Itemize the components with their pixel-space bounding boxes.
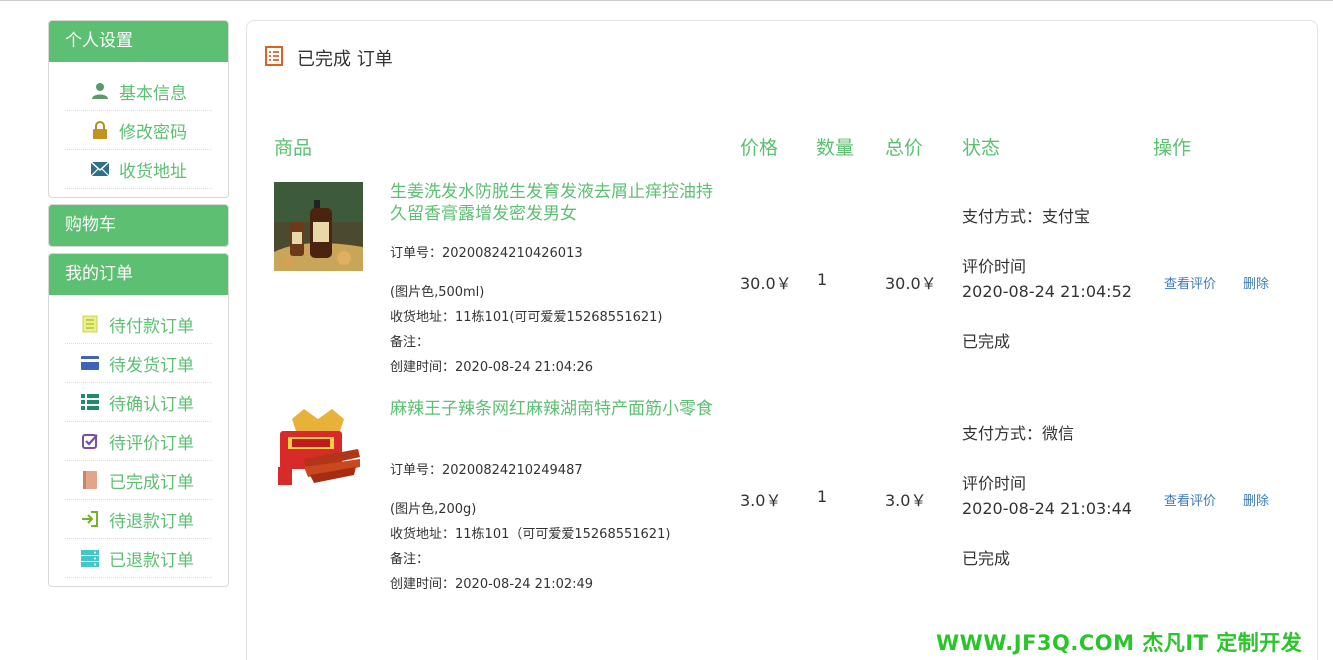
my-orders-menu: 待付款订单 待发货订单 待确认订单 待评价订单 已完成订单 待退款订单 已退款订…	[49, 295, 228, 586]
orders-main-panel: 已完成 订单 商品 价格 数量 总价 状态 操作 生姜洗发水防脱生发育发液去屑止…	[246, 20, 1318, 660]
delete-link[interactable]: 删除	[1243, 273, 1269, 292]
cart-header[interactable]: 购物车	[49, 205, 228, 246]
my-orders-header[interactable]: 我的订单	[49, 254, 228, 295]
top-divider	[0, 0, 1333, 1]
sidebar-item-pending-refund[interactable]: 待退款订单	[65, 500, 212, 539]
sidebar-item-label: 待退款订单	[109, 511, 194, 532]
book-icon	[79, 471, 101, 489]
order-state: 已完成	[962, 549, 1011, 568]
cart-panel: 购物车	[48, 204, 229, 247]
price-value: 3.0￥	[740, 491, 782, 510]
delete-link[interactable]: 删除	[1243, 490, 1269, 509]
sidebar-item-label: 待付款订单	[109, 316, 194, 337]
sidebar-item-completed[interactable]: 已完成订单	[65, 461, 212, 500]
order-number: 订单号：20200824210249487	[390, 463, 583, 478]
page-title-text: 已完成 订单	[297, 49, 393, 70]
product-spec: (图片色,200g)	[390, 502, 477, 517]
order-number: 订单号：20200824210426013	[390, 246, 583, 261]
col-header-action: 操作	[1153, 137, 1192, 159]
review-time-label: 评价时间	[962, 474, 1027, 493]
lock-icon	[89, 121, 111, 139]
sidebar-item-label: 待评价订单	[109, 433, 194, 454]
personal-settings-header[interactable]: 个人设置	[49, 21, 228, 62]
col-header-qty: 数量	[816, 137, 855, 159]
sidebar: 个人设置 基本信息 修改密码 收货地址 购物车 我的订单 待付款订单 待发货订单…	[48, 20, 229, 593]
sidebar-item-pending-review[interactable]: 待评价订单	[65, 422, 212, 461]
shipping-address: 收货地址：11栋101(可可爱爱15268551621)	[390, 310, 663, 325]
total-value: 30.0￥	[885, 274, 937, 293]
sidebar-item-label: 收货地址	[119, 161, 187, 182]
total-value: 3.0￥	[885, 491, 927, 510]
order-note: 备注：	[390, 552, 430, 567]
product-spec: (图片色,500ml)	[390, 285, 485, 300]
col-header-total: 总价	[885, 137, 924, 159]
envelope-icon	[89, 160, 111, 178]
order-state: 已完成	[962, 332, 1011, 351]
product-name-link[interactable]: 麻辣王子辣条网红麻辣湖南特产面筋小零食	[390, 398, 720, 420]
bullet-list-icon	[79, 393, 101, 411]
personal-settings-panel: 个人设置 基本信息 修改密码 收货地址	[48, 20, 229, 198]
created-time: 创建时间：2020-08-24 21:02:49	[390, 577, 594, 592]
product-image-shampoo[interactable]	[274, 182, 363, 271]
sidebar-item-pending-payment[interactable]: 待付款订单	[65, 305, 212, 344]
sidebar-item-label: 已完成订单	[109, 472, 194, 493]
sidebar-item-basic-info[interactable]: 基本信息	[65, 72, 212, 111]
user-icon	[89, 82, 111, 100]
sidebar-item-refunded[interactable]: 已退款订单	[65, 539, 212, 578]
qty-value: 1	[817, 487, 828, 506]
review-time-label: 评价时间	[962, 257, 1027, 276]
sidebar-item-change-password[interactable]: 修改密码	[65, 111, 212, 150]
sidebar-item-pending-confirm[interactable]: 待确认订单	[65, 383, 212, 422]
product-name-link[interactable]: 生姜洗发水防脱生发育发液去屑止痒控油持久留香膏露增发密发男女	[390, 181, 720, 225]
sidebar-item-label: 修改密码	[119, 122, 187, 143]
review-time-value: 2020-08-24 21:03:44	[962, 499, 1132, 518]
created-time: 创建时间：2020-08-24 21:04:26	[390, 360, 594, 375]
server-icon	[79, 549, 101, 567]
sidebar-item-label: 已退款订单	[109, 550, 194, 571]
col-header-price: 价格	[740, 137, 779, 159]
watermark-banner: WWW.JF3Q.COM 杰凡IT 定制开发	[936, 631, 1303, 655]
sidebar-item-label: 待发货订单	[109, 355, 194, 376]
sidebar-item-shipping-address[interactable]: 收货地址	[65, 150, 212, 189]
qty-value: 1	[817, 270, 828, 289]
sidebar-item-label: 待确认订单	[109, 394, 194, 415]
view-review-link[interactable]: 查看评价	[1164, 490, 1216, 509]
col-header-status: 状态	[962, 137, 1001, 159]
list-alt-icon	[265, 46, 283, 70]
sidebar-item-label: 基本信息	[119, 83, 187, 104]
col-header-product: 商品	[274, 137, 313, 159]
list-icon	[79, 315, 101, 333]
payment-method: 支付方式：微信	[962, 424, 1075, 443]
view-review-link[interactable]: 查看评价	[1164, 273, 1216, 292]
check-square-icon	[79, 432, 101, 450]
my-orders-panel: 我的订单 待付款订单 待发货订单 待确认订单 待评价订单 已完成订单 待退款订单…	[48, 253, 229, 587]
price-value: 30.0￥	[740, 274, 792, 293]
product-image-snack[interactable]	[274, 401, 363, 490]
review-time-value: 2020-08-24 21:04:52	[962, 282, 1132, 301]
shipping-address: 收货地址：11栋101（可可爱爱15268551621)	[390, 527, 671, 542]
personal-settings-menu: 基本信息 修改密码 收货地址	[49, 62, 228, 197]
order-note: 备注：	[390, 335, 430, 350]
page-title: 已完成 订单	[265, 45, 393, 71]
sidebar-item-pending-shipment[interactable]: 待发货订单	[65, 344, 212, 383]
sign-in-icon	[79, 510, 101, 528]
card-icon	[79, 354, 101, 372]
payment-method: 支付方式：支付宝	[962, 207, 1091, 226]
